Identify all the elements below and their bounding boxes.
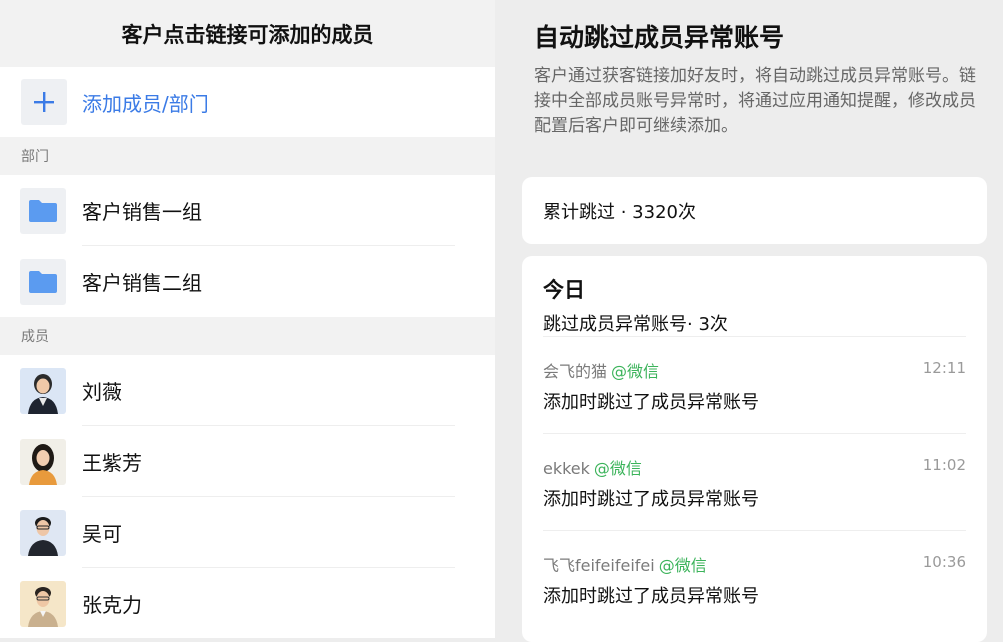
record-time: 10:36 bbox=[922, 553, 966, 571]
record-time: 11:02 bbox=[922, 456, 966, 474]
member-label: 张克力 bbox=[82, 593, 142, 617]
customer-name: 会飞的猫 bbox=[543, 362, 608, 381]
member-item[interactable]: 吴可 bbox=[0, 497, 495, 568]
skip-record[interactable]: 飞飞feifeifeifei @微信 10:36 添加时跳过了成员异常账号 bbox=[543, 530, 966, 627]
customer-name: ekkek bbox=[543, 459, 590, 478]
department-item[interactable]: 客户销售二组 bbox=[0, 246, 495, 317]
skip-record[interactable]: 会飞的猫 @微信 12:11 添加时跳过了成员异常账号 bbox=[543, 336, 966, 433]
member-panel: 客户点击链接可添加的成员 添加成员/部门 部门 客户销售一组 客户销售二组 成员… bbox=[0, 0, 495, 642]
today-card: 今日 跳过成员异常账号· 3次 会飞的猫 @微信 12:11 添加时跳过了成员异常… bbox=[522, 256, 987, 642]
today-summary: 跳过成员异常账号· 3次 bbox=[543, 314, 728, 335]
record-message: 添加时跳过了成员异常账号 bbox=[543, 489, 759, 510]
departments-header: 部门 bbox=[0, 137, 495, 175]
panel-title: 客户点击链接可添加的成员 bbox=[0, 0, 495, 67]
skip-abnormal-panel: 自动跳过成员异常账号 客户通过获客链接加好友时，将自动跳过成员异常账号。链接中全… bbox=[508, 0, 1003, 642]
department-item[interactable]: 客户销售一组 bbox=[0, 175, 495, 246]
member-label: 王紫芳 bbox=[82, 451, 142, 475]
avatar bbox=[20, 367, 66, 414]
feature-title: 自动跳过成员异常账号 bbox=[534, 23, 785, 52]
add-member-label: 添加成员/部门 bbox=[82, 91, 209, 116]
wechat-source-tag: @微信 bbox=[658, 556, 707, 575]
wechat-source-tag: @微信 bbox=[593, 459, 642, 478]
today-title: 今日 bbox=[543, 278, 585, 302]
members-header: 成员 bbox=[0, 317, 495, 355]
avatar bbox=[20, 438, 66, 485]
department-label: 客户销售一组 bbox=[82, 200, 202, 224]
bottom-edge bbox=[0, 638, 495, 642]
total-skipped-text: 累计跳过 · 3320次 bbox=[543, 201, 696, 223]
folder-icon bbox=[20, 187, 66, 234]
customer-name: 飞飞feifeifeifei bbox=[543, 556, 655, 575]
folder-icon bbox=[20, 258, 66, 305]
member-label: 刘薇 bbox=[82, 380, 122, 404]
wechat-source-tag: @微信 bbox=[611, 362, 660, 381]
member-item[interactable]: 张克力 bbox=[0, 568, 495, 639]
record-time: 12:11 bbox=[922, 359, 966, 377]
member-item[interactable]: 刘薇 bbox=[0, 355, 495, 426]
total-skipped-card: 累计跳过 · 3320次 bbox=[522, 177, 987, 244]
feature-description: 客户通过获客链接加好友时，将自动跳过成员异常账号。链接中全部成员账号异常时，将通… bbox=[534, 66, 976, 136]
skip-record[interactable]: ekkek @微信 11:02 添加时跳过了成员异常账号 bbox=[543, 433, 966, 530]
member-label: 吴可 bbox=[82, 522, 122, 546]
avatar bbox=[20, 509, 66, 556]
add-member-button[interactable]: 添加成员/部门 bbox=[0, 67, 495, 137]
department-label: 客户销售二组 bbox=[82, 271, 202, 295]
avatar bbox=[20, 580, 66, 627]
plus-icon bbox=[21, 79, 67, 125]
record-message: 添加时跳过了成员异常账号 bbox=[543, 392, 759, 413]
member-item[interactable]: 王紫芳 bbox=[0, 426, 495, 497]
record-message: 添加时跳过了成员异常账号 bbox=[543, 586, 759, 607]
